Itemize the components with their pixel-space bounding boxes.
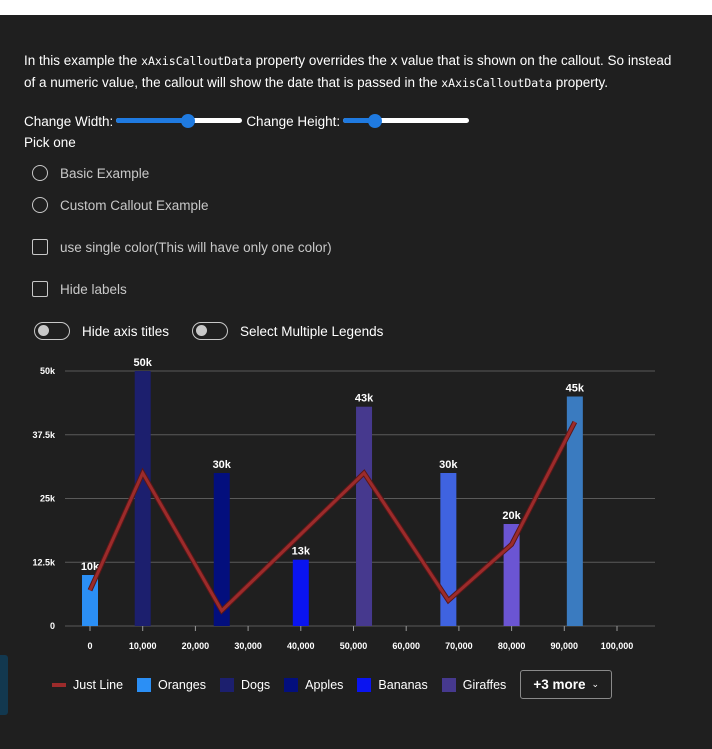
legend-swatch: [52, 682, 66, 687]
size-controls: Change Width: Change Height:: [24, 112, 470, 130]
top-bar: [0, 0, 712, 15]
radio-circle-icon[interactable]: [32, 165, 48, 181]
legend-item[interactable]: Giraffes: [441, 677, 507, 692]
checkbox-icon[interactable]: [32, 281, 48, 297]
change-height-label: Change Height:: [246, 113, 341, 129]
chart-legend: Just Line Oranges Dogs Apples Bananas Giraffe…: [52, 670, 613, 699]
bar-data-label: 43k: [355, 393, 374, 405]
x-tick-label: 30,000: [234, 641, 262, 651]
chart-svg: 0 12.5k 25k 37.5k 50k 0 10,000 20,000 30,000 40,0…: [32, 357, 655, 651]
checkbox-label: use single color(This will have only one…: [60, 239, 332, 255]
legend-item[interactable]: Oranges: [137, 677, 206, 692]
legend-item[interactable]: Just Line: [52, 678, 123, 692]
slider-thumb[interactable]: [367, 114, 382, 128]
legend-label: Just Line: [73, 677, 124, 692]
y-tick-label: 50k: [40, 366, 56, 376]
radio-label: Basic Example: [60, 165, 150, 181]
toggle-label: Hide axis titles: [82, 323, 170, 339]
x-tick-label: 90,000: [551, 641, 579, 651]
legend-item[interactable]: Apples: [284, 677, 344, 692]
x-tick-label: 60,000: [392, 641, 420, 651]
code-xaxis-callout-data: xAxisCalloutData: [441, 76, 553, 90]
side-panel-tab[interactable]: [0, 655, 8, 715]
single-color-checkbox[interactable]: use single color(This will have only one…: [32, 239, 332, 255]
description-part: property.: [552, 75, 609, 90]
code-xaxis-callout-data: xAxisCalloutData: [141, 54, 252, 68]
bar-data-label: 30k: [213, 459, 232, 471]
x-tick-label: 10,000: [129, 641, 157, 651]
bar[interactable]: [292, 559, 309, 626]
height-slider[interactable]: [343, 112, 470, 130]
checkbox-icon[interactable]: [32, 239, 48, 255]
slider-thumb[interactable]: [181, 114, 196, 128]
bar[interactable]: [134, 371, 151, 626]
legend-swatch: [137, 677, 152, 692]
radio-label: Custom Callout Example: [60, 197, 209, 213]
description-text: In this example the xAxisCalloutData pro…: [24, 50, 674, 94]
x-tick-label: 80,000: [498, 641, 526, 651]
description-part: In this example the: [24, 53, 142, 68]
slider-fill: [116, 118, 189, 123]
legend-label: Apples: [305, 677, 344, 692]
legend-label: Bananas: [378, 677, 428, 692]
radio-circle-icon[interactable]: [32, 197, 48, 213]
width-slider[interactable]: [116, 112, 243, 130]
hide-labels-checkbox[interactable]: Hide labels: [32, 281, 127, 297]
checkbox-label: Hide labels: [60, 281, 127, 297]
toggle-switch[interactable]: [34, 322, 70, 340]
legend-label: Giraffes: [462, 677, 507, 692]
bar-data-label: 13k: [292, 546, 311, 558]
pick-one-label: Pick one: [24, 135, 76, 150]
legend-label: Dogs: [240, 677, 271, 692]
toggle-switch[interactable]: [192, 322, 228, 340]
y-tick-label: 25k: [40, 494, 56, 504]
y-tick-label: 37.5k: [32, 430, 56, 440]
legend-swatch: [441, 677, 456, 692]
bar[interactable]: [356, 406, 373, 626]
legend-swatch: [357, 677, 372, 692]
legend-swatch: [219, 677, 234, 692]
radio-basic-example[interactable]: Basic Example: [32, 165, 149, 181]
toggle-knob: [38, 325, 49, 336]
legend-item[interactable]: Bananas: [357, 677, 428, 692]
select-multiple-legends-toggle[interactable]: Select Multiple Legends: [192, 322, 383, 340]
x-tick-label: 20,000: [182, 641, 210, 651]
toggle-knob: [196, 325, 207, 336]
chevron-down-icon: ⌄: [591, 679, 600, 689]
bar-data-label: 30k: [439, 459, 458, 471]
y-tick-label: 12.5k: [32, 557, 56, 567]
legend-swatch: [284, 677, 299, 692]
toggle-label: Select Multiple Legends: [240, 323, 384, 339]
radio-custom-callout-example[interactable]: Custom Callout Example: [32, 197, 209, 213]
x-tick-label: 50,000: [340, 641, 368, 651]
bar-data-label: 45k: [566, 383, 585, 395]
x-tick-label: 40,000: [287, 641, 315, 651]
x-tick-label: 70,000: [445, 641, 473, 651]
y-tick-label: 0: [50, 621, 55, 631]
bar-data-label: 20k: [502, 510, 521, 522]
bar-data-label: 50k: [134, 357, 153, 369]
hide-axis-titles-toggle[interactable]: Hide axis titles: [34, 322, 169, 340]
legend-label: Oranges: [158, 677, 206, 692]
more-legends-label: +3 more: [533, 677, 586, 692]
more-legends-button[interactable]: +3 more ⌄: [520, 670, 613, 699]
x-tick-label: 0: [87, 641, 92, 651]
legend-item[interactable]: Dogs: [219, 677, 271, 692]
x-tick-label: 100,000: [601, 641, 634, 651]
change-width-label: Change Width:: [24, 113, 114, 129]
